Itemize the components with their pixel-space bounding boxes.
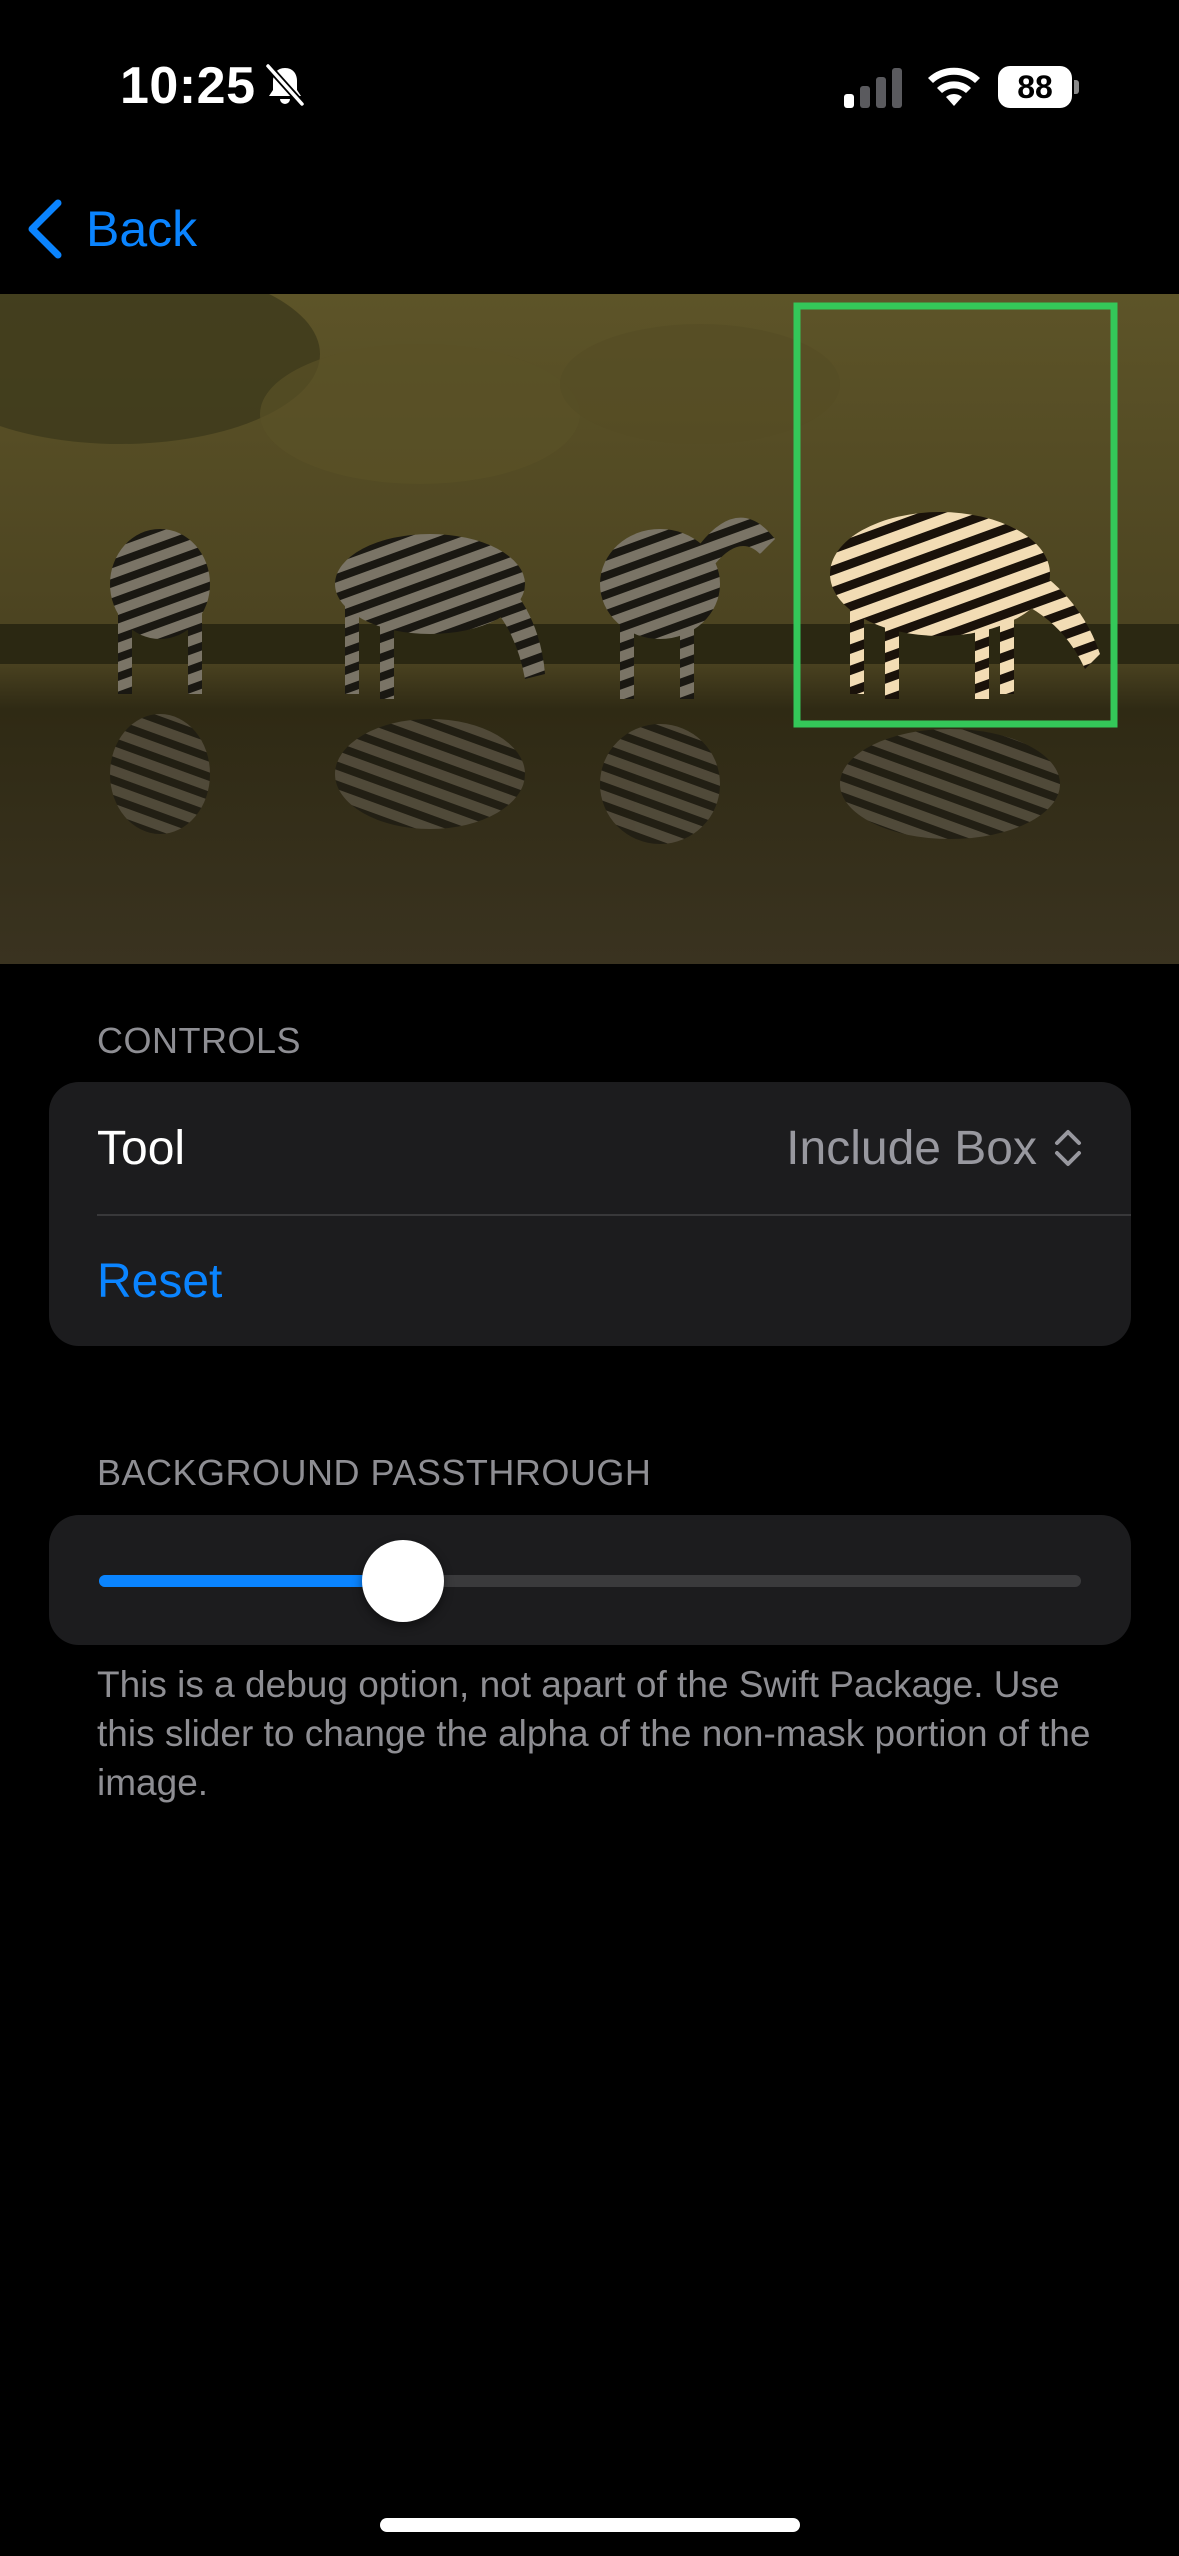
battery-icon: 88 (998, 66, 1072, 108)
status-time: 10:25 (120, 57, 256, 115)
tool-picker-row[interactable]: Tool Include Box (97, 1082, 1131, 1214)
bell-slash-icon (265, 63, 305, 107)
tool-value: Include Box (786, 1121, 1037, 1175)
controls-card: Tool Include Box Reset (49, 1082, 1131, 1346)
slider-thumb[interactable] (362, 1540, 444, 1622)
chevron-left-icon (28, 199, 62, 259)
passthrough-slider[interactable] (99, 1575, 1081, 1587)
reset-button[interactable]: Reset (97, 1216, 222, 1346)
cellular-signal-icon (844, 68, 902, 108)
battery-nub (1074, 80, 1079, 94)
wifi-icon (928, 67, 980, 106)
slider-fill (99, 1575, 403, 1587)
tool-label: Tool (97, 1121, 186, 1175)
row-divider (97, 1214, 1131, 1216)
zebra-image[interactable] (0, 294, 1179, 964)
passthrough-footnote: This is a debug option, not apart of the… (97, 1664, 1091, 1803)
chevron-up-down-icon (1055, 1130, 1081, 1166)
passthrough-card (49, 1515, 1131, 1645)
back-label: Back (86, 201, 198, 257)
tool-picker[interactable]: Include Box (786, 1121, 1131, 1176)
back-button[interactable]: Back (24, 194, 197, 264)
controls-header: CONTROLS (97, 1020, 302, 1061)
home-indicator[interactable] (380, 2518, 800, 2532)
passthrough-header: BACKGROUND PASSTHROUGH (97, 1452, 652, 1493)
